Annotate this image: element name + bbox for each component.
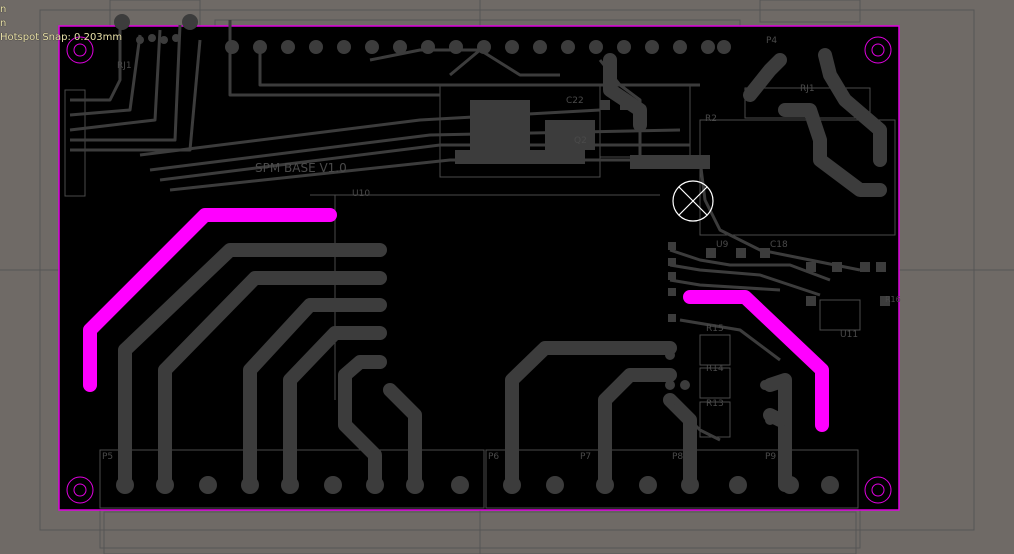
rj1-silk: RJ1 [117, 61, 132, 71]
r16-silk: R16 [885, 295, 901, 304]
u11-silk: U11 [840, 330, 858, 340]
q2-silk: Q2 [574, 136, 587, 146]
p6-silk: P6 [488, 452, 499, 462]
c22-silk: C22 [566, 96, 584, 106]
pcb-view[interactable]: SPM BASE V1.0 U10 RJ1 P4 P5 P6 P7 P8 P9 … [0, 0, 1014, 554]
u9-silk: U9 [716, 240, 729, 250]
pcb-editor-canvas[interactable]: SPM BASE V1.0 U10 RJ1 P4 P5 P6 P7 P8 P9 … [0, 0, 1014, 554]
p5-silk: P5 [102, 452, 113, 462]
board-title-silk: SPM BASE V1.0 [255, 161, 347, 175]
board-outline[interactable] [58, 25, 900, 511]
p8-silk: P8 [672, 452, 683, 462]
p9-silk: P9 [765, 452, 776, 462]
status-line-1: n [0, 4, 7, 15]
r13-silk: R13 [706, 399, 724, 409]
r2-silk: R2 [705, 114, 717, 124]
u10-silk: U10 [352, 189, 370, 199]
r15-silk: R15 [706, 324, 724, 334]
status-line-2: n [0, 18, 7, 29]
c18-silk: C18 [770, 240, 788, 250]
p7-silk: P7 [580, 452, 591, 462]
r14-silk: R14 [706, 364, 724, 374]
p4-silk: P4 [766, 36, 777, 46]
hotspot-snap-readout: Hotspot Snap: 0.203mm [0, 32, 123, 43]
rj1b-silk: RJ1 [800, 84, 815, 94]
